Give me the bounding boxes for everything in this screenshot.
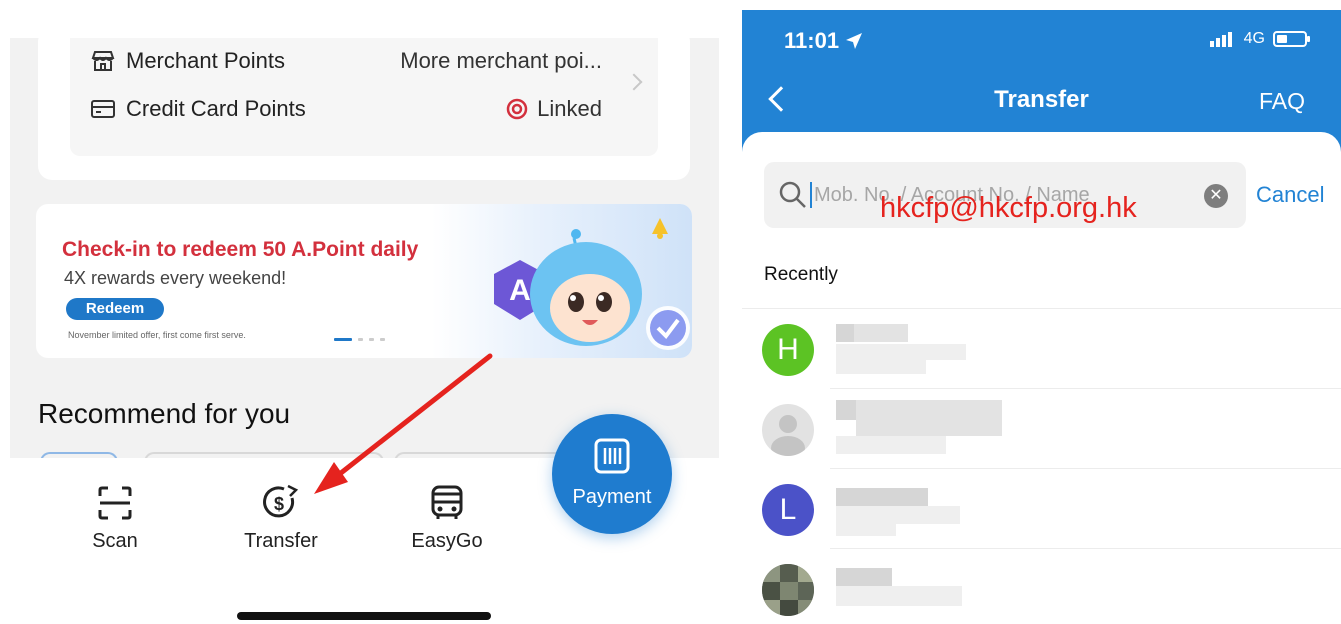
cancel-button[interactable]: Cancel — [1256, 182, 1324, 208]
watermark-text: hkcfp@hkcfp.org.hk — [880, 192, 1137, 224]
red-annotation-arrow — [314, 353, 493, 494]
blurred-name — [856, 400, 1002, 436]
avatar: L — [762, 484, 814, 536]
status-bar-time: 11:01 — [784, 28, 863, 54]
blurred-detail — [836, 586, 962, 606]
pixelated-photo — [762, 564, 814, 616]
status-time-text: 11:01 — [784, 28, 840, 53]
network-type: 4G — [1243, 30, 1265, 47]
divider — [742, 308, 1341, 309]
divider — [830, 388, 1341, 389]
divider — [830, 468, 1341, 469]
blurred-detail — [836, 360, 926, 374]
default-user-icon — [771, 415, 805, 456]
blurred-detail — [836, 344, 966, 360]
blurred-detail — [836, 506, 960, 524]
blurred-name — [836, 400, 856, 420]
contact-row[interactable]: L — [742, 474, 1341, 554]
app-home-screen: Merchant Points More merchant poi... Cre… — [10, 38, 719, 624]
avatar — [762, 564, 814, 616]
signal-icon — [1209, 32, 1232, 47]
blurred-name — [836, 568, 892, 586]
blurred-name — [854, 324, 908, 342]
blurred-name — [836, 324, 854, 342]
avatar: H — [762, 324, 814, 376]
text-cursor — [810, 182, 812, 208]
search-icon — [779, 181, 806, 208]
contact-row[interactable] — [742, 394, 1341, 474]
page-title: Transfer — [994, 86, 1089, 113]
battery-icon — [1273, 31, 1310, 47]
location-arrow-icon — [846, 33, 863, 49]
contact-row[interactable] — [742, 554, 1341, 624]
status-bar-indicators: 4G — [1209, 30, 1310, 48]
recently-label: Recently — [764, 264, 838, 285]
avatar — [762, 404, 814, 456]
contact-row[interactable]: H — [742, 314, 1341, 394]
blurred-detail — [836, 524, 896, 536]
faq-link[interactable]: FAQ — [1259, 88, 1305, 115]
transfer-screen: 11:01 4G Transfer FAQ ✕ hkcfp@hkcfp.org.… — [742, 10, 1341, 624]
blurred-detail — [836, 436, 946, 454]
divider — [830, 548, 1341, 549]
clear-icon[interactable]: ✕ — [1204, 184, 1228, 208]
blurred-name — [836, 488, 928, 506]
